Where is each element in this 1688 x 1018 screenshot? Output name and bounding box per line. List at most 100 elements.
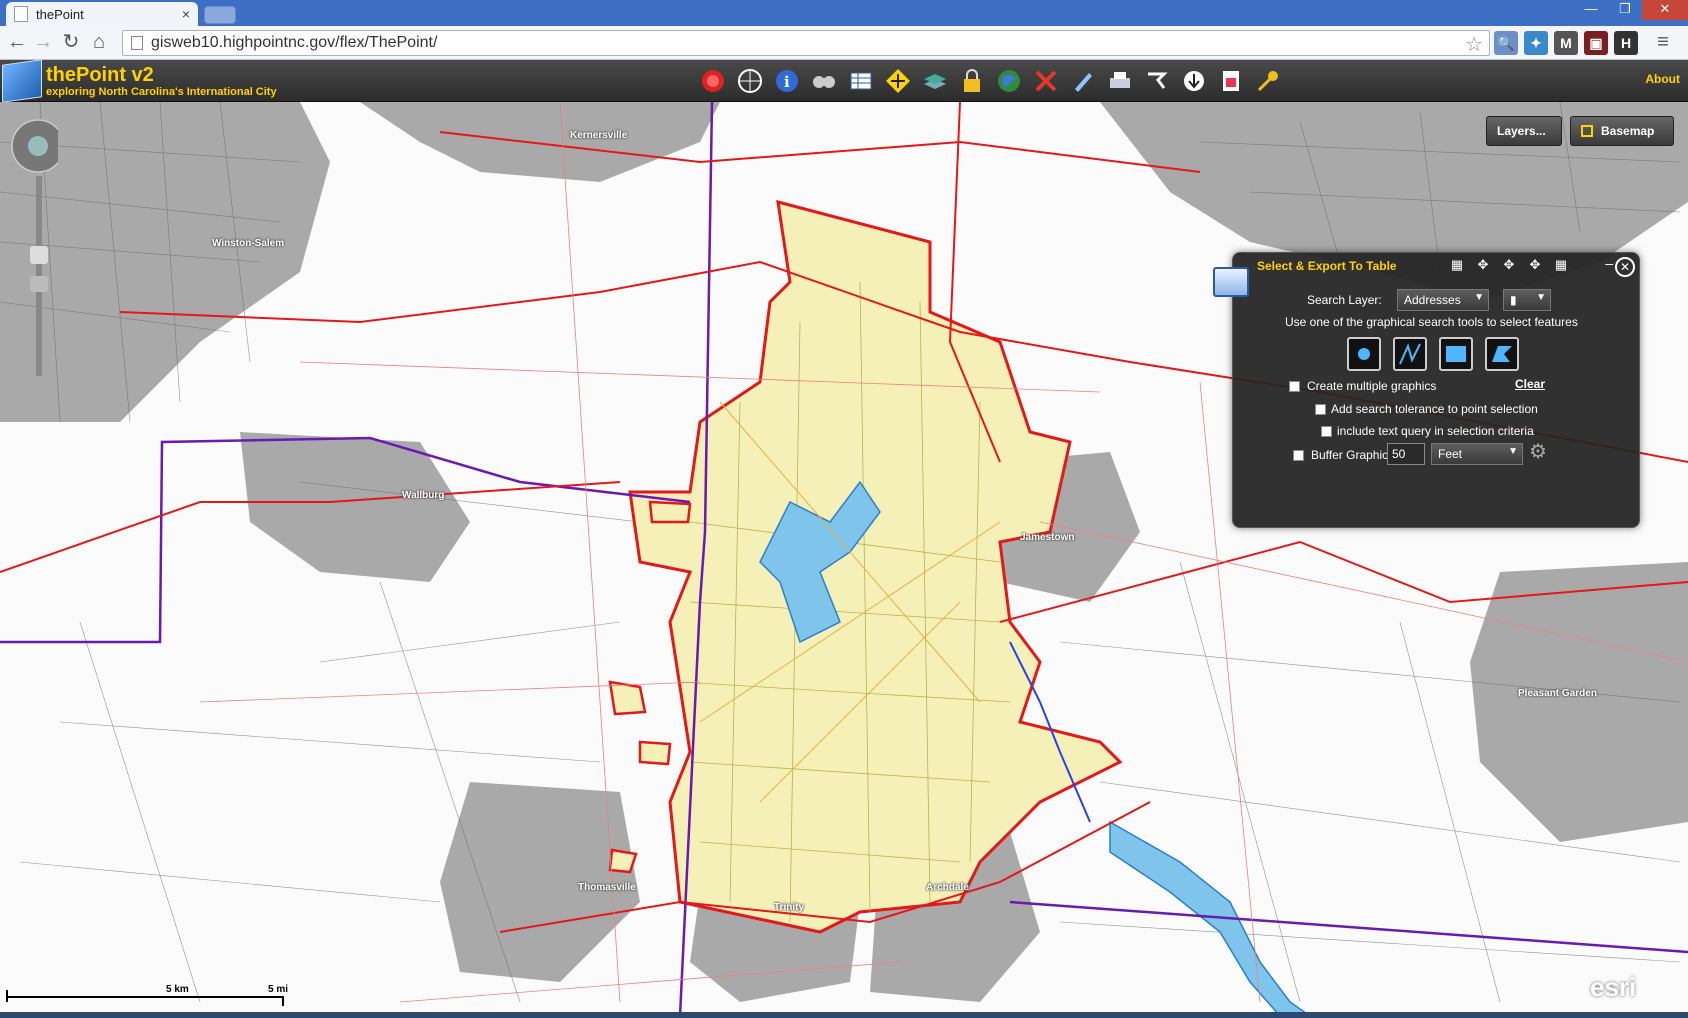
search-extension-icon[interactable]: 🔍	[1494, 31, 1518, 55]
reload-icon[interactable]: ↻	[58, 30, 84, 56]
new-tab-button[interactable]	[204, 6, 236, 24]
text-query-checkbox[interactable]	[1321, 426, 1332, 437]
taskbar	[0, 1012, 1688, 1018]
m-extension-icon[interactable]: M	[1554, 31, 1578, 55]
globe-icon[interactable]	[994, 66, 1024, 96]
chevron-down-icon: ▼	[1508, 446, 1518, 457]
app-title: thePoint v2	[46, 64, 154, 86]
app-header: thePoint v2 exploring North Carolina's I…	[0, 59, 1688, 103]
key-icon[interactable]	[1253, 66, 1283, 96]
search-layer-label: Search Layer:	[1307, 293, 1382, 307]
table-icon[interactable]: ▦	[1551, 257, 1571, 275]
maximize-button[interactable]: ❐	[1608, 0, 1642, 20]
widget-toolbar: i	[698, 66, 1290, 96]
create-multiple-checkbox[interactable]	[1289, 381, 1300, 392]
polygon-tool-button[interactable]	[1485, 337, 1519, 371]
app-logo	[2, 59, 42, 103]
tab-close-icon[interactable]: ×	[182, 6, 190, 22]
pointer-icon[interactable]	[1142, 66, 1172, 96]
home-icon[interactable]: ⌂	[86, 30, 112, 56]
buffer-distance-input[interactable]: 50	[1387, 443, 1425, 465]
pencil-icon[interactable]	[1068, 66, 1098, 96]
scale-km-label: 5 km	[166, 984, 189, 995]
buffer-unit-select[interactable]: Feet ▼	[1431, 443, 1523, 465]
page-icon	[14, 6, 28, 22]
close-window-button[interactable]: ✕	[1642, 0, 1688, 20]
table-widget-icon	[1213, 267, 1249, 297]
basemap-button[interactable]: Basemap	[1570, 116, 1674, 146]
panel-tabs: ▦ ✥ ✥ ✥ ▦	[1447, 257, 1577, 275]
search-layer-select[interactable]: Addresses ▼	[1397, 289, 1489, 311]
lock-icon[interactable]	[957, 66, 987, 96]
minimize-button[interactable]: —	[1574, 0, 1608, 20]
report-icon[interactable]	[1216, 66, 1246, 96]
pan-icon[interactable]	[883, 66, 913, 96]
zoom-navigator[interactable]	[8, 116, 65, 416]
grid-icon	[1581, 125, 1593, 137]
about-link[interactable]: About	[1645, 72, 1680, 86]
create-multiple-label: Create multiple graphics	[1307, 379, 1437, 393]
select-tool-icon[interactable]: ✥	[1525, 257, 1545, 275]
map-label-jamestown: Jamestown	[1020, 532, 1075, 543]
table-icon[interactable]: ▦	[1447, 257, 1467, 275]
info-icon[interactable]: i	[772, 66, 802, 96]
clear-link[interactable]: Clear	[1515, 377, 1545, 391]
sync-extension-icon[interactable]: ✦	[1524, 31, 1548, 55]
buffer-unit-value: Feet	[1438, 447, 1463, 461]
map-view[interactable]: Layers... Basemap Kernersville Winston-S…	[0, 102, 1688, 1016]
layers-icon[interactable]	[920, 66, 950, 96]
record-icon[interactable]	[698, 66, 728, 96]
search-tolerance-checkbox[interactable]	[1315, 404, 1326, 415]
browser-chrome: thePoint × — ❐ ✕ ← → ↻ ⌂ gisweb10.highpo…	[0, 0, 1688, 60]
select-tool-icon[interactable]: ✥	[1499, 257, 1519, 275]
instructions-text: Use one of the graphical search tools to…	[1285, 315, 1578, 329]
polyline-tool-button[interactable]	[1393, 337, 1427, 371]
search-layer-value: Addresses	[1404, 293, 1461, 307]
map-label-kernersville: Kernersville	[570, 130, 628, 141]
menu-icon[interactable]: ≡	[1650, 30, 1676, 56]
layer-options-select[interactable]: ▮ ▼	[1503, 289, 1551, 311]
browser-tab[interactable]: thePoint ×	[6, 2, 198, 26]
select-export-panel: Select & Export To Table ▦ ✥ ✥ ✥ ▦ – ✕ S…	[1213, 252, 1640, 528]
map-label-thomasville: Thomasville	[578, 882, 636, 893]
tab-strip: thePoint × — ❐ ✕	[0, 0, 1688, 26]
basemap-label: Basemap	[1601, 124, 1655, 138]
binoculars-icon[interactable]	[809, 66, 839, 96]
chevron-down-icon: ▼	[1536, 292, 1546, 303]
wr-extension-icon[interactable]: ▣	[1584, 31, 1608, 55]
map-label-archdale: Archdale	[926, 882, 969, 893]
download-icon[interactable]	[1179, 66, 1209, 96]
page-icon	[131, 36, 143, 50]
esri-logo: esri	[1590, 972, 1637, 1002]
back-icon[interactable]: ←	[4, 30, 30, 56]
h-extension-icon[interactable]: H	[1614, 31, 1638, 55]
text-query-label: include text query in selection criteria	[1337, 424, 1534, 438]
close-icon[interactable]: ✕	[1615, 257, 1635, 277]
compass-icon[interactable]	[735, 66, 765, 96]
table-icon[interactable]	[846, 66, 876, 96]
buffer-graphic-checkbox[interactable]	[1293, 450, 1304, 461]
minimize-icon[interactable]: –	[1605, 255, 1613, 271]
document-icon: ▮	[1510, 293, 1517, 307]
search-tolerance-label: Add search tolerance to point selection	[1331, 402, 1538, 416]
chevron-down-icon: ▼	[1474, 292, 1484, 303]
app-subtitle: exploring North Carolina's International…	[46, 86, 277, 98]
navigation-control	[11, 119, 65, 376]
svg-text:i: i	[784, 73, 790, 91]
map-label-wallburg: Wallburg	[402, 490, 445, 501]
erase-icon[interactable]	[1031, 66, 1061, 96]
scale-bar: 5 km	[6, 972, 290, 1006]
panel-title: Select & Export To Table	[1257, 259, 1397, 273]
forward-icon[interactable]: →	[30, 30, 56, 56]
address-bar[interactable]: gisweb10.highpointnc.gov/flex/ThePoint/ …	[122, 30, 1490, 56]
select-tool-icon[interactable]: ✥	[1473, 257, 1493, 275]
point-tool-button[interactable]	[1347, 337, 1381, 371]
bookmark-star-icon[interactable]: ☆	[1465, 32, 1483, 57]
url-text: gisweb10.highpointnc.gov/flex/ThePoint/	[151, 34, 438, 51]
layers-button[interactable]: Layers...	[1486, 116, 1562, 146]
print-icon[interactable]	[1105, 66, 1135, 96]
rectangle-tool-button[interactable]	[1439, 337, 1473, 371]
scale-mi-label: 5 mi	[268, 984, 289, 995]
buffer-graphic-label: Buffer Graphic	[1311, 448, 1389, 462]
gear-icon[interactable]: ⚙	[1529, 439, 1547, 464]
